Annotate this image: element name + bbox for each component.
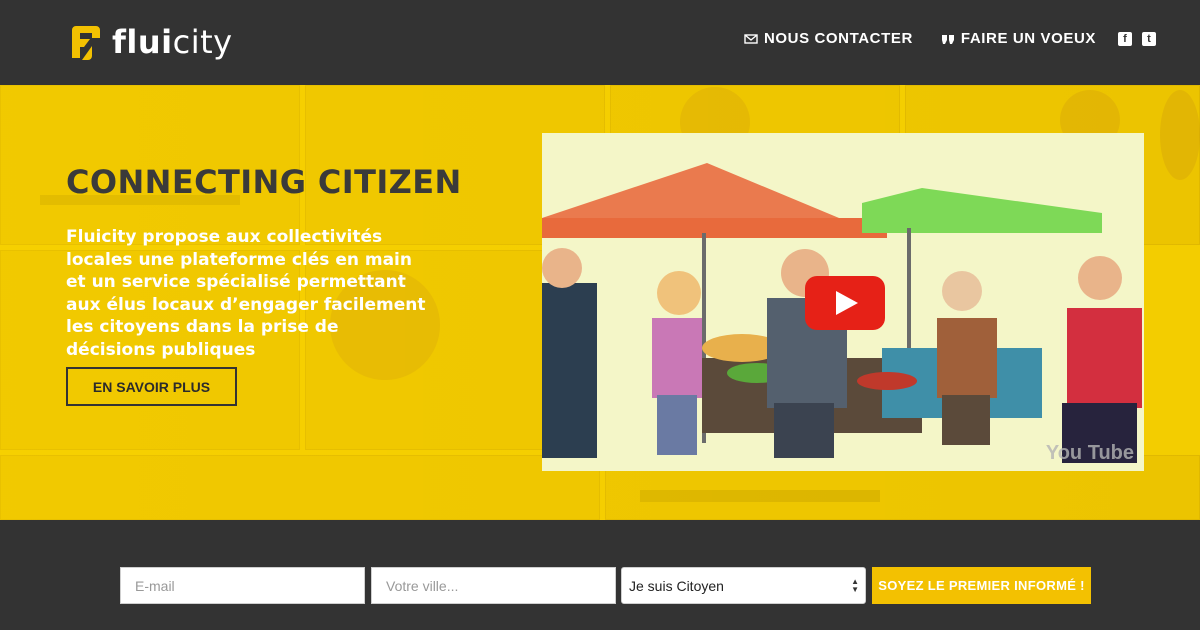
nav-contact-link[interactable]: NOUS CONTACTER xyxy=(744,30,913,47)
nav-wish-label: FAIRE UN VOEUX xyxy=(960,30,1096,47)
youtube-play-icon[interactable] xyxy=(805,276,885,330)
envelope-icon xyxy=(744,33,758,44)
site-header: fluicity NOUS CONTACTER FAIRE UN VOEUX f… xyxy=(0,0,1200,85)
nav-wish-link[interactable]: FAIRE UN VOEUX xyxy=(941,30,1096,47)
facebook-icon[interactable]: f xyxy=(1118,31,1132,46)
youtube-watermark[interactable]: You Tube xyxy=(1046,442,1134,465)
social-links: f t xyxy=(1118,31,1156,46)
hero-section: CONNECTING CITIZEN Fluicity propose aux … xyxy=(0,85,1200,520)
signup-bar: E-mail Votre ville... Je suis Citoyen ▲ ▼… xyxy=(0,520,1200,630)
profile-select-value: Je suis Citoyen xyxy=(629,577,724,594)
learn-more-button[interactable]: EN SAVOIR PLUS xyxy=(66,367,237,406)
email-field[interactable]: E-mail xyxy=(120,567,365,604)
submit-button[interactable]: SOYEZ LE PREMIER INFORMÉ ! xyxy=(872,567,1091,604)
select-arrows-icon: ▲ ▼ xyxy=(851,577,859,594)
profile-select[interactable]: Je suis Citoyen ▲ ▼ xyxy=(621,567,866,604)
fluicity-logo-icon xyxy=(72,26,100,60)
hero-title: CONNECTING CITIZEN xyxy=(66,163,462,201)
video-player[interactable]: You Tube xyxy=(542,133,1144,471)
city-field[interactable]: Votre ville... xyxy=(371,567,616,604)
main-nav: NOUS CONTACTER FAIRE UN VOEUX f t xyxy=(744,30,1156,47)
hero-description: Fluicity propose aux collectivités local… xyxy=(66,227,426,360)
fluicity-logo[interactable]: fluicity xyxy=(66,22,233,62)
logo-wordmark: fluicity xyxy=(112,23,233,61)
twitter-icon[interactable]: t xyxy=(1142,31,1156,46)
quote-icon xyxy=(941,34,954,44)
nav-contact-label: NOUS CONTACTER xyxy=(763,30,913,47)
